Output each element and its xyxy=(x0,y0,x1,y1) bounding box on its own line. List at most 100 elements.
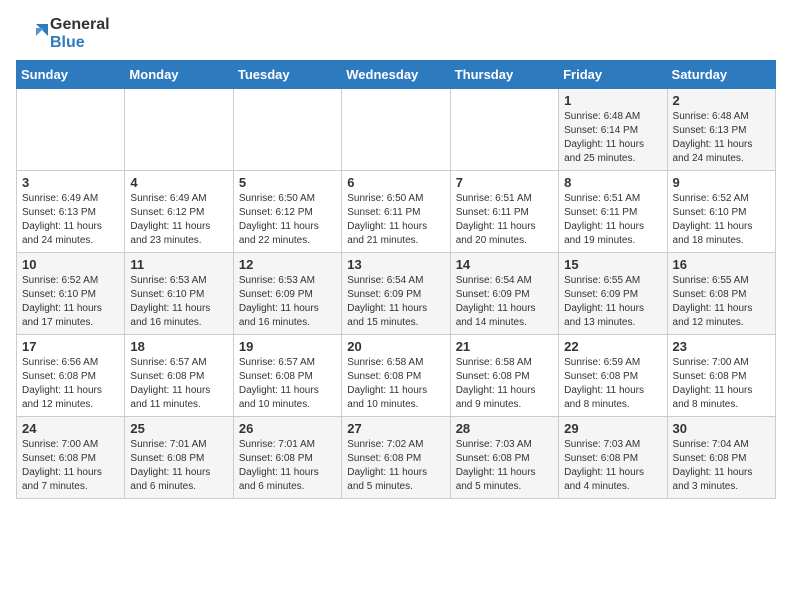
day-cell: 11 Sunrise: 6:53 AMSunset: 6:10 PMDayligh… xyxy=(125,253,233,335)
day-cell: 15 Sunrise: 6:55 AMSunset: 6:09 PMDayligh… xyxy=(559,253,667,335)
header: General Blue xyxy=(16,16,776,52)
day-cell: 21 Sunrise: 6:58 AMSunset: 6:08 PMDayligh… xyxy=(450,335,558,417)
day-info: Sunrise: 7:00 AMSunset: 6:08 PMDaylight:… xyxy=(22,438,119,494)
day-number: 30 xyxy=(673,421,770,436)
day-number: 15 xyxy=(564,257,661,272)
day-info: Sunrise: 6:56 AMSunset: 6:08 PMDaylight:… xyxy=(22,356,119,412)
day-number: 2 xyxy=(673,93,770,108)
day-number: 7 xyxy=(456,175,553,190)
day-cell xyxy=(17,89,125,171)
day-cell: 17 Sunrise: 6:56 AMSunset: 6:08 PMDayligh… xyxy=(17,335,125,417)
day-number: 20 xyxy=(347,339,444,354)
day-info: Sunrise: 6:55 AMSunset: 6:08 PMDaylight:… xyxy=(673,274,770,330)
week-row-3: 10Sunrise: 6:52 AMSunset: 6:10 PMDayligh… xyxy=(17,253,776,335)
day-info: Sunrise: 6:58 AMSunset: 6:08 PMDaylight:… xyxy=(347,356,444,412)
day-cell: 23 Sunrise: 7:00 AMSunset: 6:08 PMDayligh… xyxy=(667,335,775,417)
day-number: 22 xyxy=(564,339,661,354)
day-info: Sunrise: 6:48 AMSunset: 6:14 PMDaylight:… xyxy=(564,110,661,166)
day-cell: 6 Sunrise: 6:50 AMSunset: 6:11 PMDaylight… xyxy=(342,171,450,253)
day-cell: 10Sunrise: 6:52 AMSunset: 6:10 PMDayligh… xyxy=(17,253,125,335)
day-number: 1 xyxy=(564,93,661,108)
day-info: Sunrise: 6:50 AMSunset: 6:12 PMDaylight:… xyxy=(239,192,336,248)
logo-bird-icon xyxy=(16,18,48,50)
header-row: SundayMondayTuesdayWednesdayThursdayFrid… xyxy=(17,61,776,89)
day-cell: 27Sunrise: 7:02 AMSunset: 6:08 PMDayligh… xyxy=(342,417,450,499)
day-cell: 4Sunrise: 6:49 AMSunset: 6:12 PMDaylight… xyxy=(125,171,233,253)
day-info: Sunrise: 6:50 AMSunset: 6:11 PMDaylight:… xyxy=(347,192,444,248)
day-number: 21 xyxy=(456,339,553,354)
day-cell: 5 Sunrise: 6:50 AMSunset: 6:12 PMDaylight… xyxy=(233,171,341,253)
day-cell: 14Sunrise: 6:54 AMSunset: 6:09 PMDayligh… xyxy=(450,253,558,335)
col-header-sunday: Sunday xyxy=(17,61,125,89)
day-number: 26 xyxy=(239,421,336,436)
logo: General Blue xyxy=(16,16,110,52)
day-info: Sunrise: 6:57 AMSunset: 6:08 PMDaylight:… xyxy=(130,356,227,412)
day-cell xyxy=(450,89,558,171)
day-number: 24 xyxy=(22,421,119,436)
day-cell: 13 Sunrise: 6:54 AMSunset: 6:09 PMDayligh… xyxy=(342,253,450,335)
day-number: 12 xyxy=(239,257,336,272)
day-cell xyxy=(233,89,341,171)
day-cell: 29 Sunrise: 7:03 AMSunset: 6:08 PMDayligh… xyxy=(559,417,667,499)
day-info: Sunrise: 6:48 AMSunset: 6:13 PMDaylight:… xyxy=(673,110,770,166)
day-number: 11 xyxy=(130,257,227,272)
col-header-monday: Monday xyxy=(125,61,233,89)
col-header-tuesday: Tuesday xyxy=(233,61,341,89)
day-number: 3 xyxy=(22,175,119,190)
week-row-4: 17 Sunrise: 6:56 AMSunset: 6:08 PMDayligh… xyxy=(17,335,776,417)
day-cell: 9 Sunrise: 6:52 AMSunset: 6:10 PMDaylight… xyxy=(667,171,775,253)
day-number: 23 xyxy=(673,339,770,354)
day-info: Sunrise: 7:00 AMSunset: 6:08 PMDaylight:… xyxy=(673,356,770,412)
day-cell: 20 Sunrise: 6:58 AMSunset: 6:08 PMDayligh… xyxy=(342,335,450,417)
day-number: 29 xyxy=(564,421,661,436)
day-number: 27 xyxy=(347,421,444,436)
day-number: 25 xyxy=(130,421,227,436)
day-info: Sunrise: 7:03 AMSunset: 6:08 PMDaylight:… xyxy=(564,438,661,494)
day-cell: 19Sunrise: 6:57 AMSunset: 6:08 PMDayligh… xyxy=(233,335,341,417)
day-cell: 12 Sunrise: 6:53 AMSunset: 6:09 PMDayligh… xyxy=(233,253,341,335)
day-number: 9 xyxy=(673,175,770,190)
day-cell: 26 Sunrise: 7:01 AMSunset: 6:08 PMDayligh… xyxy=(233,417,341,499)
day-info: Sunrise: 6:53 AMSunset: 6:10 PMDaylight:… xyxy=(130,274,227,330)
day-number: 19 xyxy=(239,339,336,354)
day-number: 13 xyxy=(347,257,444,272)
day-info: Sunrise: 6:55 AMSunset: 6:09 PMDaylight:… xyxy=(564,274,661,330)
day-number: 28 xyxy=(456,421,553,436)
day-info: Sunrise: 7:01 AMSunset: 6:08 PMDaylight:… xyxy=(130,438,227,494)
day-info: Sunrise: 6:53 AMSunset: 6:09 PMDaylight:… xyxy=(239,274,336,330)
col-header-friday: Friday xyxy=(559,61,667,89)
day-info: Sunrise: 6:58 AMSunset: 6:08 PMDaylight:… xyxy=(456,356,553,412)
day-info: Sunrise: 6:51 AMSunset: 6:11 PMDaylight:… xyxy=(564,192,661,248)
day-cell xyxy=(125,89,233,171)
day-info: Sunrise: 6:49 AMSunset: 6:13 PMDaylight:… xyxy=(22,192,119,248)
day-info: Sunrise: 6:51 AMSunset: 6:11 PMDaylight:… xyxy=(456,192,553,248)
day-cell: 1 Sunrise: 6:48 AMSunset: 6:14 PMDaylight… xyxy=(559,89,667,171)
day-info: Sunrise: 6:54 AMSunset: 6:09 PMDaylight:… xyxy=(456,274,553,330)
calendar-table: SundayMondayTuesdayWednesdayThursdayFrid… xyxy=(16,60,776,499)
day-info: Sunrise: 6:59 AMSunset: 6:08 PMDaylight:… xyxy=(564,356,661,412)
day-number: 8 xyxy=(564,175,661,190)
day-cell: 16Sunrise: 6:55 AMSunset: 6:08 PMDayligh… xyxy=(667,253,775,335)
week-row-2: 3 Sunrise: 6:49 AMSunset: 6:13 PMDaylight… xyxy=(17,171,776,253)
day-number: 17 xyxy=(22,339,119,354)
day-info: Sunrise: 6:52 AMSunset: 6:10 PMDaylight:… xyxy=(673,192,770,248)
week-row-5: 24 Sunrise: 7:00 AMSunset: 6:08 PMDayligh… xyxy=(17,417,776,499)
day-cell: 24 Sunrise: 7:00 AMSunset: 6:08 PMDayligh… xyxy=(17,417,125,499)
day-info: Sunrise: 6:54 AMSunset: 6:09 PMDaylight:… xyxy=(347,274,444,330)
day-number: 10 xyxy=(22,257,119,272)
logo-container: General Blue xyxy=(16,16,110,52)
day-number: 5 xyxy=(239,175,336,190)
col-header-saturday: Saturday xyxy=(667,61,775,89)
logo-general-text: General xyxy=(50,16,110,33)
day-cell xyxy=(342,89,450,171)
day-number: 4 xyxy=(130,175,227,190)
col-header-wednesday: Wednesday xyxy=(342,61,450,89)
day-cell: 30 Sunrise: 7:04 AMSunset: 6:08 PMDayligh… xyxy=(667,417,775,499)
col-header-thursday: Thursday xyxy=(450,61,558,89)
week-row-1: 1 Sunrise: 6:48 AMSunset: 6:14 PMDaylight… xyxy=(17,89,776,171)
day-number: 6 xyxy=(347,175,444,190)
day-info: Sunrise: 7:01 AMSunset: 6:08 PMDaylight:… xyxy=(239,438,336,494)
logo-blue-text: Blue xyxy=(50,34,85,51)
day-cell: 25 Sunrise: 7:01 AMSunset: 6:08 PMDayligh… xyxy=(125,417,233,499)
day-info: Sunrise: 7:04 AMSunset: 6:08 PMDaylight:… xyxy=(673,438,770,494)
